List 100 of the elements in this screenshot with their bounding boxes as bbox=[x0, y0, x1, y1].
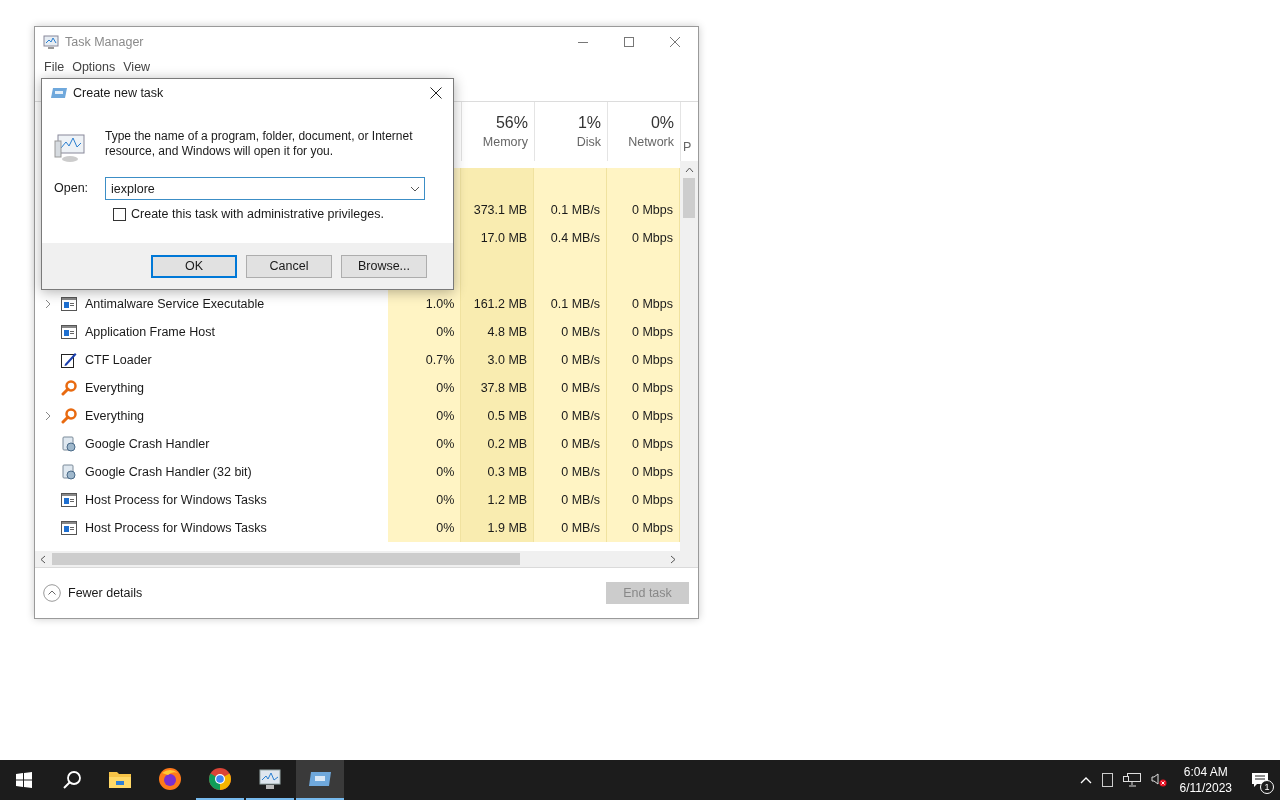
table-cell: 0.7% bbox=[388, 346, 462, 374]
browser-icon bbox=[158, 767, 182, 791]
magnifier-icon bbox=[61, 380, 77, 396]
maximize-icon bbox=[624, 37, 634, 47]
table-cell: 0 Mbps bbox=[607, 430, 680, 458]
table-cell: 0 MB/s bbox=[534, 402, 608, 430]
table-cell: 0% bbox=[388, 486, 462, 514]
menu-item[interactable]: View bbox=[120, 57, 154, 77]
dialog-message: Type the name of a program, folder, document, or Internet resource, and Windows will open it for you. bbox=[105, 129, 414, 160]
monitor-icon bbox=[43, 34, 59, 50]
table-cell: 0.1 MB/s bbox=[534, 196, 608, 224]
fewer-details-button[interactable]: Fewer details bbox=[43, 583, 143, 603]
scrollbar-thumb[interactable] bbox=[52, 553, 520, 565]
process-name: Google Crash Handler bbox=[85, 435, 210, 453]
table-cell: 0 MB/s bbox=[534, 374, 608, 402]
scrollbar-thumb[interactable] bbox=[683, 178, 695, 218]
window-icon bbox=[61, 493, 77, 507]
table-cell: 0 Mbps bbox=[607, 374, 680, 402]
table-cell: 0 Mbps bbox=[607, 486, 680, 514]
table-cell: 0 Mbps bbox=[607, 290, 680, 318]
table-cell: 0 MB/s bbox=[534, 458, 608, 486]
table-cell: 0 Mbps bbox=[607, 224, 680, 252]
table-cell: 0.3 MB bbox=[461, 458, 535, 486]
process-name: Host Process for Windows Tasks bbox=[85, 491, 267, 509]
dialog-title: Create new task bbox=[73, 84, 164, 102]
scroll-left-icon[interactable] bbox=[40, 554, 46, 564]
search-icon bbox=[62, 770, 82, 790]
column-header[interactable]: P bbox=[683, 139, 692, 155]
notification-button[interactable]: 1 bbox=[1240, 760, 1280, 800]
chrome-icon bbox=[208, 767, 232, 791]
table-cell: 0 MB/s bbox=[534, 486, 608, 514]
menu-item[interactable]: File bbox=[41, 57, 68, 77]
close-button[interactable] bbox=[428, 85, 444, 101]
table-cell: 4.8 MB bbox=[461, 318, 535, 346]
scroll-right-icon[interactable] bbox=[670, 554, 676, 564]
process-name: Everything bbox=[85, 407, 145, 425]
table-cell: 0 Mbps bbox=[607, 346, 680, 374]
table-cell: 373.1 MB bbox=[461, 196, 535, 224]
table-cell: 161.2 MB bbox=[461, 290, 535, 318]
window-icon bbox=[61, 297, 77, 311]
table-cell: 1.0% bbox=[388, 290, 462, 318]
table-cell: 0.5 MB bbox=[461, 402, 535, 430]
run-window-icon bbox=[51, 87, 67, 99]
horizontal-scrollbar[interactable] bbox=[35, 551, 698, 568]
pen-icon bbox=[61, 352, 77, 368]
notification-badge: 1 bbox=[1260, 780, 1274, 794]
window-icon bbox=[61, 325, 77, 339]
window-icon bbox=[61, 521, 77, 535]
table-cell: 0% bbox=[388, 514, 462, 542]
open-combo-box[interactable]: iexplore bbox=[105, 177, 425, 200]
table-cell: 0% bbox=[388, 318, 462, 346]
taskbar-app[interactable] bbox=[296, 760, 344, 800]
table-cell: 0 Mbps bbox=[607, 196, 680, 224]
table-cell: 0.4 MB/s bbox=[534, 224, 608, 252]
table-cell: 0 Mbps bbox=[607, 514, 680, 542]
table-cell: 0 MB/s bbox=[534, 318, 608, 346]
table-cell: 0% bbox=[388, 402, 462, 430]
table-cell: 0 MB/s bbox=[534, 430, 608, 458]
windows-logo-icon bbox=[16, 772, 32, 788]
table-cell: 0 MB/s bbox=[534, 346, 608, 374]
table-cell: 0.2 MB bbox=[461, 430, 535, 458]
folder-icon bbox=[108, 769, 132, 789]
table-cell: 0% bbox=[388, 430, 462, 458]
dialog-button[interactable]: Browse... bbox=[341, 254, 427, 278]
tablet-icon[interactable] bbox=[1101, 773, 1113, 787]
monitor-icon bbox=[258, 768, 282, 790]
expand-chevron-icon[interactable] bbox=[45, 299, 51, 309]
process-name: Antimalware Service Executable bbox=[85, 295, 265, 313]
admin-checkbox[interactable] bbox=[113, 207, 126, 221]
close-icon bbox=[670, 37, 680, 47]
process-name: Google Crash Handler (32 bit) bbox=[85, 463, 252, 481]
table-cell: 0.1 MB/s bbox=[534, 290, 608, 318]
vertical-scrollbar[interactable] bbox=[680, 161, 698, 551]
network-icon[interactable] bbox=[1122, 773, 1141, 787]
table-cell: 17.0 MB bbox=[461, 224, 535, 252]
window-title: Task Manager bbox=[65, 33, 144, 51]
process-name: Everything bbox=[85, 379, 145, 397]
dropdown-caret-icon[interactable] bbox=[410, 186, 420, 192]
monitor-icon bbox=[54, 133, 86, 163]
menu-item[interactable]: Options bbox=[69, 57, 119, 77]
table-cell: 1.2 MB bbox=[461, 486, 535, 514]
table-cell: 0% bbox=[388, 374, 462, 402]
magnifier-icon bbox=[61, 408, 77, 424]
checkbox-label: Create this task with administrative privileges. bbox=[131, 206, 384, 223]
table-cell: 0 Mbps bbox=[607, 458, 680, 486]
run-window-icon bbox=[308, 769, 332, 789]
chevron-up-icon[interactable] bbox=[1079, 776, 1092, 784]
table-cell: 3.0 MB bbox=[461, 346, 535, 374]
table-cell: 0 Mbps bbox=[607, 402, 680, 430]
clock[interactable]: 6:04 AM 6/11/2023 bbox=[1171, 764, 1240, 796]
muted-speaker-icon[interactable] bbox=[1150, 773, 1167, 787]
process-name: CTF Loader bbox=[85, 351, 152, 369]
expand-chevron-icon[interactable] bbox=[45, 411, 51, 421]
dialog-button[interactable]: Cancel bbox=[246, 254, 332, 278]
dialog-button[interactable]: OK bbox=[151, 254, 237, 278]
minimize-icon bbox=[578, 41, 588, 43]
scroll-up-icon[interactable] bbox=[684, 167, 694, 173]
table-cell: 37.8 MB bbox=[461, 374, 535, 402]
close-icon bbox=[430, 87, 442, 99]
process-name: Host Process for Windows Tasks bbox=[85, 519, 267, 537]
